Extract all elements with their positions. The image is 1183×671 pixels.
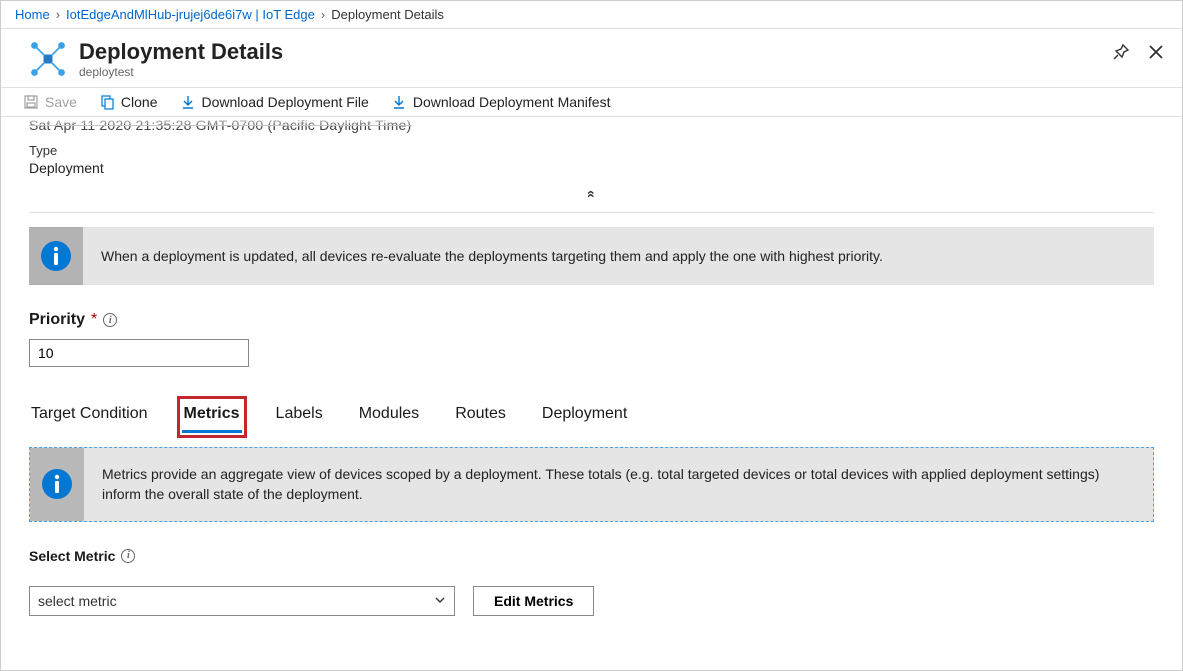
content-scroll[interactable]: Sat Apr 11 2020 21:35:28 GMT-0700 (Pacif…	[1, 117, 1182, 650]
tab-labels[interactable]: Labels	[274, 401, 325, 433]
tab-routes[interactable]: Routes	[453, 401, 508, 433]
page-header: Deployment Details deploytest	[1, 29, 1182, 87]
select-metric-label: Select Metric	[29, 548, 115, 564]
double-chevron-up-icon: «	[583, 190, 599, 198]
download-deployment-file-button[interactable]: Download Deployment File	[180, 94, 369, 110]
download-icon	[180, 94, 196, 110]
select-metric-value: select metric	[38, 593, 117, 609]
info-icon	[29, 227, 83, 285]
priority-info-box: When a deployment is updated, all device…	[29, 227, 1154, 285]
select-metric-help-icon[interactable]: i	[121, 549, 135, 563]
chevron-down-icon	[434, 593, 446, 609]
type-value: Deployment	[29, 160, 1182, 176]
priority-help-icon[interactable]: i	[103, 313, 117, 327]
tab-target-condition[interactable]: Target Condition	[29, 401, 150, 433]
priority-input[interactable]	[29, 339, 249, 367]
collapse-toggle[interactable]: «	[29, 186, 1154, 202]
download-deployment-manifest-button[interactable]: Download Deployment Manifest	[391, 94, 611, 110]
info-icon	[30, 448, 84, 521]
page-title: Deployment Details	[79, 39, 283, 65]
select-metric-dropdown[interactable]: select metric	[29, 586, 455, 616]
save-icon	[23, 94, 39, 110]
download-icon	[391, 94, 407, 110]
save-label: Save	[45, 94, 77, 110]
chevron-right-icon: ›	[56, 7, 60, 22]
tab-metrics[interactable]: Metrics	[182, 401, 242, 433]
divider	[29, 212, 1154, 213]
tab-modules[interactable]: Modules	[357, 401, 421, 433]
download-manifest-label: Download Deployment Manifest	[413, 94, 611, 110]
priority-label: Priority	[29, 311, 85, 329]
tabs: Target Condition Metrics Labels Modules …	[29, 401, 1154, 433]
breadcrumb-current: Deployment Details	[331, 7, 444, 22]
priority-info-text: When a deployment is updated, all device…	[83, 227, 901, 285]
tab-deployment[interactable]: Deployment	[540, 401, 629, 433]
chevron-right-icon: ›	[321, 7, 325, 22]
edit-metrics-button[interactable]: Edit Metrics	[473, 586, 594, 616]
metrics-info-text: Metrics provide an aggregate view of dev…	[84, 448, 1153, 521]
save-button: Save	[23, 94, 77, 110]
copy-icon	[99, 94, 115, 110]
page-subtitle: deploytest	[79, 65, 283, 79]
close-icon[interactable]	[1148, 44, 1164, 63]
deployment-icon	[29, 40, 67, 78]
metrics-info-box: Metrics provide an aggregate view of dev…	[29, 447, 1154, 522]
type-label: Type	[29, 143, 1182, 158]
breadcrumb: Home › IotEdgeAndMlHub-jrujej6de6i7w | I…	[1, 1, 1182, 29]
breadcrumb-home[interactable]: Home	[15, 7, 50, 22]
breadcrumb-hub[interactable]: IotEdgeAndMlHub-jrujej6de6i7w | IoT Edge	[66, 7, 315, 22]
created-date-value: Sat Apr 11 2020 21:35:28 GMT-0700 (Pacif…	[29, 117, 1182, 133]
download-file-label: Download Deployment File	[202, 94, 369, 110]
clone-label: Clone	[121, 94, 158, 110]
pin-icon[interactable]	[1112, 43, 1130, 64]
clone-button[interactable]: Clone	[99, 94, 158, 110]
required-indicator: *	[91, 311, 97, 329]
toolbar: Save Clone Download Deployment File Down…	[1, 87, 1182, 117]
